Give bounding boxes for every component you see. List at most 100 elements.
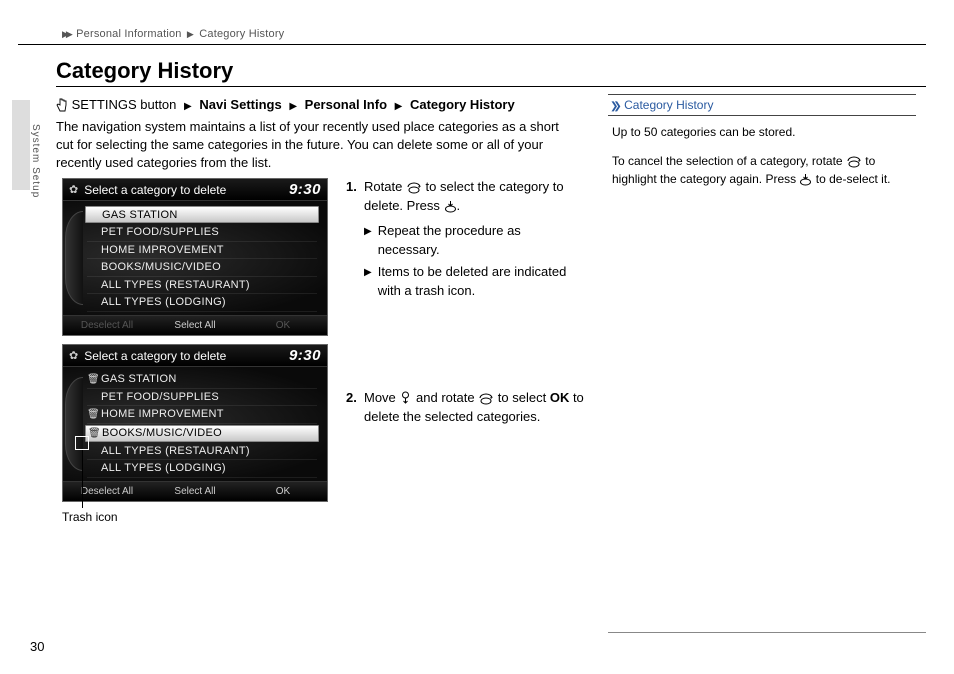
divider <box>56 86 926 87</box>
list-item-label: ALL TYPES (LODGING) <box>101 462 226 474</box>
navpath-2: Personal Info <box>305 97 387 112</box>
list-item-label: GAS STATION <box>102 209 178 221</box>
screenshot-footer: Deselect All Select All OK <box>63 315 327 335</box>
clock: 9:30 <box>289 181 321 198</box>
side-note: To cancel the selection of a category, r… <box>612 153 916 188</box>
list-item: ALL TYPES (LODGING) <box>87 294 317 312</box>
list-item: ALL TYPES (LODGING) <box>87 460 317 478</box>
t: Items to be deleted are indicated with a… <box>378 263 586 301</box>
list-item: BOOKS/MUSIC/VIDEO <box>87 259 317 277</box>
t: to select <box>494 390 550 405</box>
ok-button: OK <box>239 486 327 497</box>
trash-icon: 🗑 <box>88 428 102 439</box>
screenshot-title: Select a category to delete <box>84 183 226 197</box>
list-item: PET FOOD/SUPPLIES <box>87 389 317 407</box>
step-1: 1. Rotate to select the category to dele… <box>346 178 586 216</box>
push-dial-icon <box>799 173 812 186</box>
page-title: Category History <box>56 58 233 84</box>
deselect-all-button: Deselect All <box>63 486 151 497</box>
navpath-1: Navi Settings <box>199 97 281 112</box>
rotate-dial-icon <box>478 392 494 405</box>
navpath-3: Category History <box>410 97 515 112</box>
list-item-label: PET FOOD/SUPPLIES <box>101 391 219 403</box>
chevron-icon: ▶ <box>184 101 192 112</box>
t: and rotate <box>412 390 478 405</box>
chevron-icon: ❯❯ <box>610 101 617 112</box>
move-joystick-icon <box>399 391 412 405</box>
trash-icon: 🗑 <box>87 374 101 385</box>
select-all-button: Select All <box>151 486 239 497</box>
clock: 9:30 <box>289 347 321 364</box>
callout-line <box>82 450 83 508</box>
rotate-dial-icon <box>846 155 862 168</box>
t: Move <box>364 390 399 405</box>
chevron-icon: ▶ <box>289 101 297 112</box>
list-item-label: ALL TYPES (RESTAURANT) <box>101 279 250 291</box>
screenshot-footer: Deselect All Select All OK <box>63 481 327 501</box>
list-item-label: HOME IMPROVEMENT <box>101 244 224 256</box>
list-item-label: GAS STATION <box>101 373 177 385</box>
substep: ▶Items to be deleted are indicated with … <box>364 263 586 301</box>
screenshot-title: Select a category to delete <box>84 349 226 363</box>
list-item: 🗑BOOKS/MUSIC/VIDEO <box>85 425 319 442</box>
step-2: 2. Move and rotate to select OK to delet… <box>346 389 586 427</box>
hand-icon <box>56 98 68 112</box>
screenshot-2: ✿ Select a category to delete 9:30 🗑GAS … <box>62 344 328 502</box>
chevron-icon: ▶ <box>395 101 403 112</box>
select-all-button: Select All <box>151 320 239 331</box>
breadcrumb-b: Category History <box>199 28 284 40</box>
ok-text: OK <box>550 390 570 405</box>
navpath-pre: SETTINGS button <box>72 97 177 112</box>
side-tab <box>12 100 30 190</box>
step-number: 1. <box>346 178 364 216</box>
dial-arc-icon <box>65 211 83 305</box>
push-dial-icon <box>444 200 457 213</box>
chevron-icon: ▶▶ <box>62 29 70 39</box>
divider <box>18 44 926 45</box>
page-number: 30 <box>30 639 44 654</box>
trash-icon: 🗑 <box>87 409 101 420</box>
side-tab-label: System Setup <box>30 124 41 198</box>
screenshot-1: ✿ Select a category to delete 9:30 GAS S… <box>62 178 328 336</box>
screenshot-body: 🗑GAS STATION PET FOOD/SUPPLIES 🗑HOME IMP… <box>63 367 327 481</box>
t: to de-select it. <box>812 172 890 186</box>
list-item: GAS STATION <box>85 206 319 223</box>
gear-icon: ✿ <box>69 349 78 362</box>
list-item-label: PET FOOD/SUPPLIES <box>101 226 219 238</box>
dial-arc-icon <box>65 377 83 471</box>
triangle-icon: ▶ <box>364 266 372 301</box>
list-item: 🗑GAS STATION <box>87 371 317 389</box>
triangle-icon: ▶ <box>364 225 372 260</box>
step-text: Rotate to select the category to delete.… <box>364 178 586 216</box>
rotate-dial-icon <box>406 181 422 194</box>
screenshot-body: GAS STATION PET FOOD/SUPPLIES HOME IMPRO… <box>63 201 327 315</box>
callout-box <box>75 436 89 450</box>
intro-text: The navigation system maintains a list o… <box>56 118 576 173</box>
t: Repeat the procedure as necessary. <box>378 222 586 260</box>
gear-icon: ✿ <box>69 183 78 196</box>
t: . <box>457 198 461 213</box>
step-number: 2. <box>346 389 364 427</box>
breadcrumb-a: Personal Information <box>76 28 182 40</box>
list-item-label: ALL TYPES (RESTAURANT) <box>101 445 250 457</box>
list-item: ALL TYPES (RESTAURANT) <box>87 443 317 461</box>
list-item: ALL TYPES (RESTAURANT) <box>87 277 317 295</box>
screenshot-header: ✿ Select a category to delete 9:30 <box>63 179 327 201</box>
side-note: Up to 50 categories can be stored. <box>612 124 916 141</box>
list-item-label: ALL TYPES (LODGING) <box>101 296 226 308</box>
t: To cancel the selection of a category, r… <box>612 154 846 168</box>
side-column: ❯❯ Category History Up to 50 categories … <box>608 94 916 200</box>
screenshot-header: ✿ Select a category to delete 9:30 <box>63 345 327 367</box>
trash-icon-label: Trash icon <box>62 510 118 524</box>
steps: 1. Rotate to select the category to dele… <box>346 178 586 433</box>
list-item: 🗑HOME IMPROVEMENT <box>87 406 317 424</box>
side-column-header: ❯❯ Category History <box>608 94 916 116</box>
step-text: Move and rotate to select OK to delete t… <box>364 389 586 427</box>
list-item: HOME IMPROVEMENT <box>87 242 317 260</box>
nav-path: SETTINGS button ▶ Navi Settings ▶ Person… <box>56 97 515 112</box>
divider <box>608 632 926 633</box>
list-item-label: BOOKS/MUSIC/VIDEO <box>102 427 222 439</box>
ok-button: OK <box>239 320 327 331</box>
list-item-label: HOME IMPROVEMENT <box>101 408 224 420</box>
chevron-icon: ▶ <box>187 29 194 39</box>
